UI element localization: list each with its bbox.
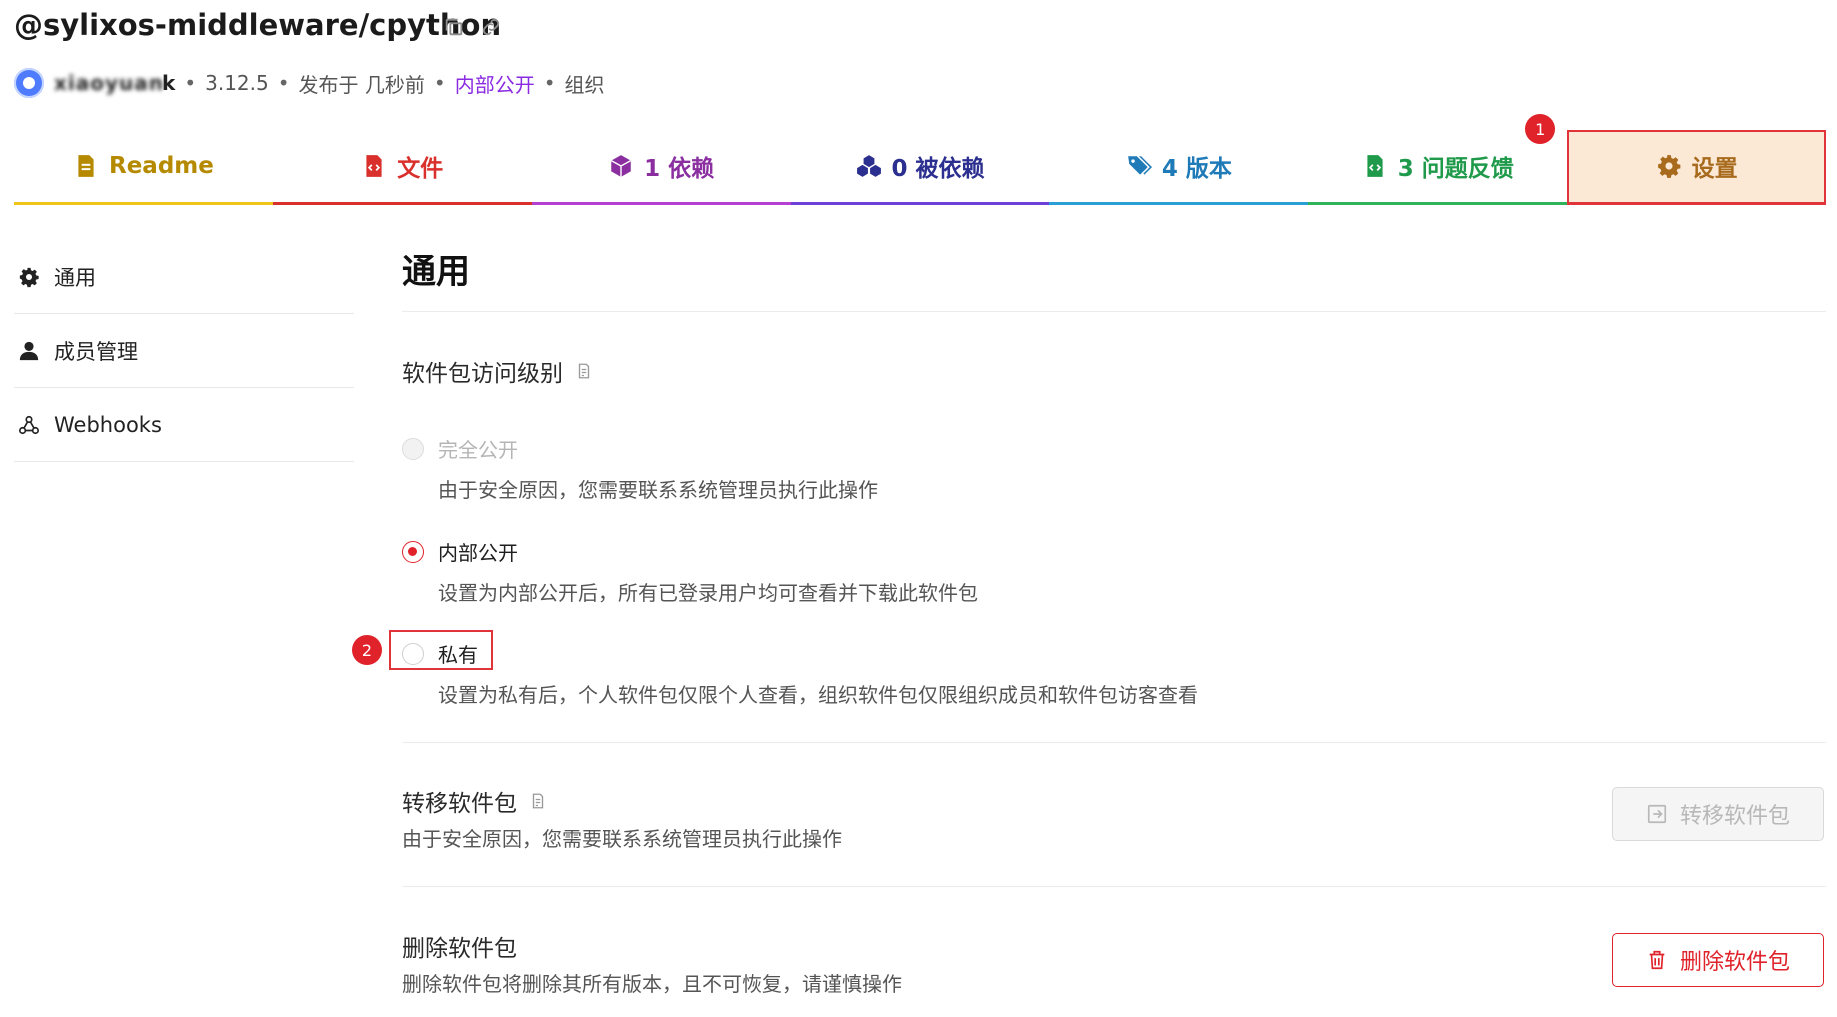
version: 3.12.5 (205, 71, 269, 95)
doc-help-icon[interactable] (529, 792, 547, 810)
tab-dependents[interactable]: 0 被依赖 (790, 130, 1050, 205)
tab-dependencies[interactable]: 1 依赖 (531, 130, 791, 205)
delete-title: 删除软件包 (402, 929, 517, 963)
username[interactable]: xiaoyuan (54, 71, 164, 95)
gear-icon (1657, 155, 1680, 178)
radio-description: 设置为私有后，个人软件包仅限个人查看，组织软件包仅限组织成员和软件包访客查看 (438, 683, 1198, 707)
tab-issues[interactable]: 3 问题反馈 1 (1308, 114, 1568, 205)
section-title-text: 转移软件包 (402, 791, 517, 817)
trash-icon (1649, 950, 1665, 970)
webhook-icon (19, 415, 39, 434)
code-file-icon (1367, 155, 1383, 177)
cubes-icon (856, 155, 881, 177)
radio-label: 私有 (438, 643, 478, 667)
tab-label: 1 依赖 (644, 156, 715, 182)
document-icon (78, 155, 94, 177)
owner-type: 组织 (564, 72, 605, 97)
annotation-badge: 2 (352, 635, 382, 665)
sidebar-item-label: 通用 (54, 265, 96, 290)
tags-icon (1128, 156, 1152, 175)
separator: • (433, 71, 446, 95)
button-label: 转移软件包 (1679, 804, 1790, 829)
radio-public: 完全公开 (402, 434, 518, 463)
code-file-icon (366, 155, 382, 177)
package-title: @sylixos-middleware/cpython (14, 8, 502, 42)
radio-button[interactable] (402, 642, 424, 665)
transfer-description: 由于安全原因，您需要联系系统管理员执行此操作 (402, 827, 842, 851)
sidebar-item-label: 成员管理 (54, 339, 138, 364)
radio-private[interactable]: 私有 (402, 639, 478, 668)
sidebar-item-members[interactable]: 成员管理 (14, 314, 354, 388)
tab-files[interactable]: 文件 (272, 130, 532, 205)
sidebar-item-label: Webhooks (54, 412, 162, 437)
radio-button (402, 437, 424, 460)
radio-description: 设置为内部公开后，所有已登录用户均可查看并下载此软件包 (438, 581, 978, 605)
separator: • (277, 71, 290, 95)
section-title-text: 软件包访问级别 (402, 361, 563, 387)
sidebar-item-webhooks[interactable]: Webhooks (14, 388, 354, 462)
tab-label: 0 被依赖 (891, 156, 985, 182)
button-label: 删除软件包 (1679, 950, 1790, 975)
separator: • (184, 71, 197, 95)
tab-readme[interactable]: Readme (14, 130, 273, 205)
divider (402, 311, 1826, 312)
tab-versions[interactable]: 4 版本 (1049, 130, 1309, 205)
copy-icon[interactable] (443, 16, 465, 38)
separator: • (543, 71, 556, 95)
radio-internal[interactable]: 内部公开 (402, 537, 518, 566)
visibility-label: 内部公开 (454, 72, 535, 97)
cube-icon (611, 155, 632, 177)
transfer-package-button[interactable]: 转移软件包 (1612, 787, 1824, 841)
annotation-badge: 1 (1525, 114, 1556, 144)
tab-label: 设置 (1691, 156, 1738, 182)
access-level-title: 软件包访问级别 (402, 354, 593, 388)
radio-label: 完全公开 (438, 438, 518, 462)
link-icon[interactable] (480, 16, 502, 38)
avatar[interactable] (14, 68, 44, 98)
tab-label: Readme (109, 153, 214, 179)
package-tabs: Readme 文件 1 依赖 0 被依赖 4 版本 3 问题反馈 1 设置 (14, 114, 1827, 205)
transfer-title: 转移软件包 (402, 784, 547, 818)
radio-label: 内部公开 (438, 541, 518, 565)
sidebar-item-general[interactable]: 通用 (14, 240, 354, 314)
tab-label: 4 版本 (1161, 156, 1232, 182)
divider (402, 886, 1826, 887)
tab-settings[interactable]: 设置 (1567, 130, 1827, 205)
radio-button[interactable] (402, 540, 424, 563)
tab-label: 3 问题反馈 (1397, 156, 1514, 182)
package-meta: xiaoyuan k • 3.12.5 • 发布于 几秒前 • 内部公开 • 组织 (14, 66, 605, 100)
radio-description: 由于安全原因，您需要联系系统管理员执行此操作 (438, 478, 878, 502)
page-title: 通用 (402, 252, 470, 292)
delete-description: 删除软件包将删除其所有版本，且不可恢复，请谨慎操作 (402, 972, 902, 996)
transfer-icon (1647, 804, 1667, 824)
published-time: 发布于 几秒前 (298, 72, 425, 97)
divider (402, 742, 1826, 743)
gear-icon (19, 267, 39, 287)
user-icon (19, 341, 39, 360)
delete-package-button[interactable]: 删除软件包 (1612, 933, 1824, 987)
tab-label: 文件 (397, 156, 444, 182)
section-title-text: 删除软件包 (402, 936, 517, 962)
doc-help-icon[interactable] (575, 362, 593, 380)
